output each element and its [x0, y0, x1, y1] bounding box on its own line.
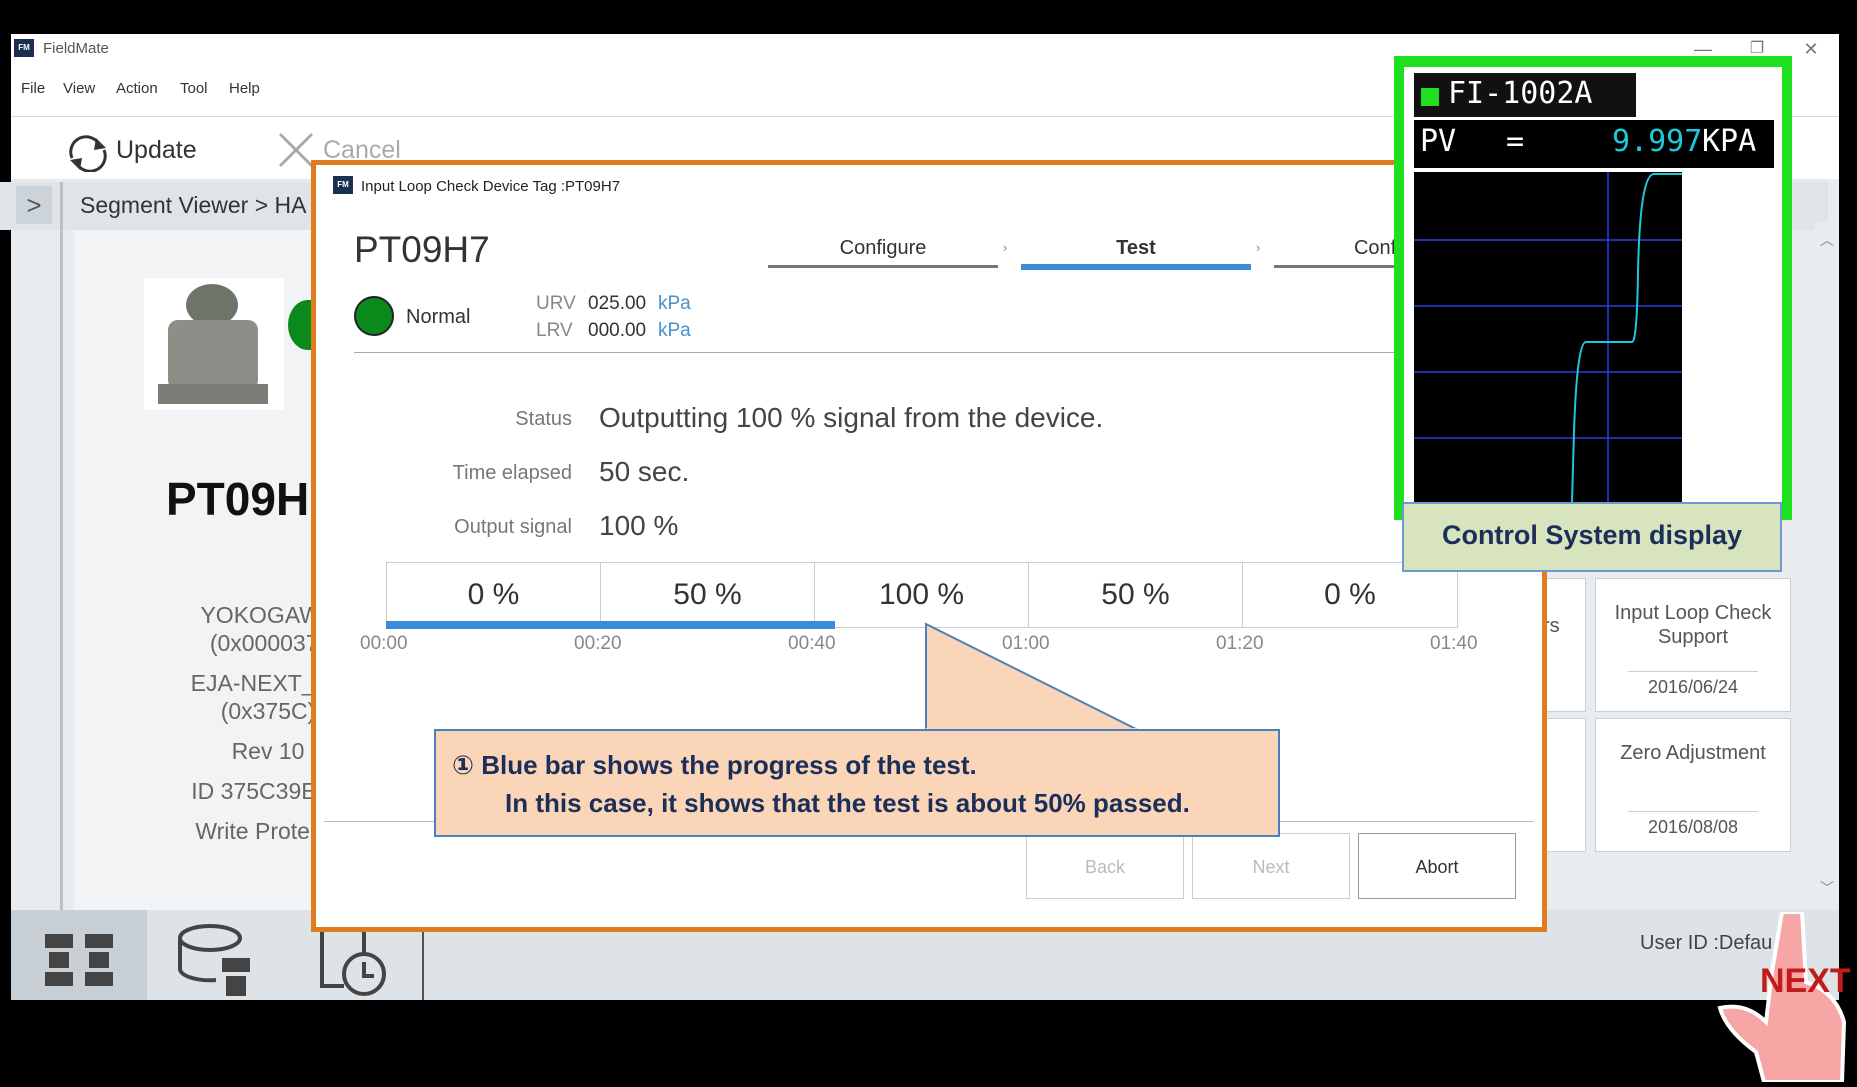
trend-line — [1571, 173, 1682, 503]
pv-value: 9.997 — [1612, 124, 1703, 159]
callout-line-1: ① Blue bar shows the progress of the tes… — [452, 750, 977, 780]
control-display-label: Control System display — [1441, 520, 1743, 550]
pv-unit: KPA — [1702, 124, 1757, 159]
control-tag: FI-1002A — [1448, 76, 1593, 111]
next-label[interactable]: NEXT — [1760, 962, 1851, 1001]
trend-plot — [1414, 172, 1682, 503]
annotation-callout — [434, 729, 1280, 837]
pv-equals: = — [1506, 124, 1525, 159]
callout-line-2: In this case, it shows that the test is … — [505, 788, 1190, 818]
tag-status-square — [1421, 88, 1439, 106]
trend-chart — [1414, 172, 1682, 503]
pv-label: PV — [1420, 124, 1457, 159]
